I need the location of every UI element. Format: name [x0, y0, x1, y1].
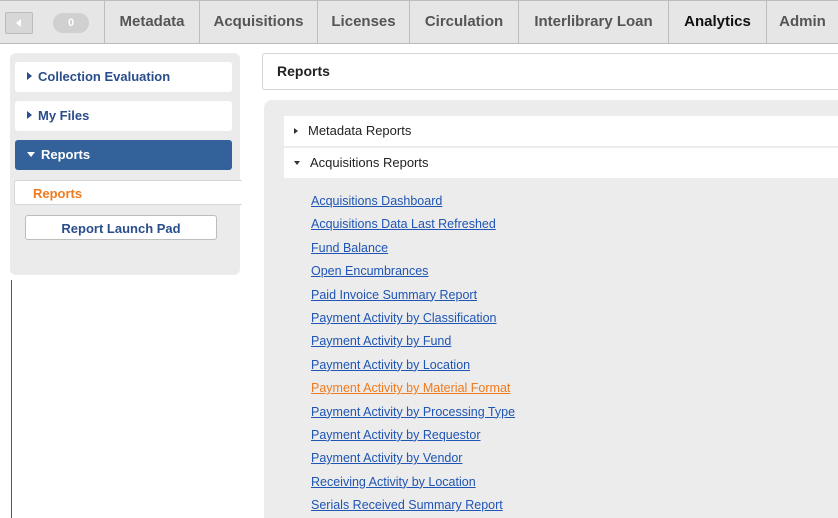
- chevron-right-icon: [27, 72, 32, 80]
- tab-analytics[interactable]: Analytics: [668, 1, 766, 43]
- collapse-sidebar-button[interactable]: [5, 12, 33, 34]
- tab-acquisitions[interactable]: Acquisitions: [199, 1, 317, 43]
- chevron-right-icon: [294, 128, 298, 134]
- sidebar-subitem-report-launch-pad[interactable]: Report Launch Pad: [25, 215, 217, 240]
- chevron-down-icon: [27, 152, 35, 157]
- divider: [11, 280, 12, 518]
- report-link[interactable]: Payment Activity by Processing Type: [311, 401, 515, 424]
- notification-badge[interactable]: 0: [53, 13, 89, 33]
- sidebar-item-label: Collection Evaluation: [38, 69, 171, 84]
- report-link[interactable]: Acquisitions Dashboard: [311, 190, 515, 213]
- page-title: Reports: [262, 53, 838, 90]
- tab-licenses[interactable]: Licenses: [317, 1, 409, 43]
- tab-admin[interactable]: Admin: [766, 1, 838, 43]
- report-link[interactable]: Payment Activity by Location: [311, 354, 515, 377]
- tab-metadata[interactable]: Metadata: [104, 1, 199, 43]
- section-metadata-reports[interactable]: Metadata Reports: [284, 116, 838, 146]
- top-navigation-bar: 0 Metadata Acquisitions Licenses Circula…: [0, 0, 838, 44]
- report-link[interactable]: Payment Activity by Requestor: [311, 424, 515, 447]
- sidebar-item-label: My Files: [38, 108, 90, 123]
- report-link[interactable]: Open Encumbrances: [311, 260, 515, 283]
- report-link[interactable]: Fund Balance: [311, 237, 515, 260]
- chevron-left-icon: [16, 19, 21, 27]
- tab-circulation[interactable]: Circulation: [409, 1, 518, 43]
- report-link[interactable]: Paid Invoice Summary Report: [311, 284, 515, 307]
- report-link[interactable]: Payment Activity by Classification: [311, 307, 515, 330]
- report-link[interactable]: Receiving Activity by Location: [311, 471, 515, 494]
- report-link[interactable]: Serials Received Summary Report: [311, 494, 515, 517]
- sidebar-item-reports[interactable]: Reports: [15, 140, 232, 170]
- chevron-right-icon: [27, 111, 32, 119]
- section-acquisitions-reports[interactable]: Acquisitions Reports: [284, 148, 838, 178]
- report-link-hovered[interactable]: Payment Activity by Material Format: [311, 377, 515, 400]
- chevron-down-icon: [294, 161, 300, 165]
- report-link[interactable]: Payment Activity by Fund: [311, 330, 515, 353]
- sidebar-subitem-reports[interactable]: Reports: [14, 180, 242, 205]
- section-label: Acquisitions Reports: [310, 155, 429, 170]
- tab-interlibrary-loan[interactable]: Interlibrary Loan: [518, 1, 668, 43]
- report-link[interactable]: Payment Activity by Vendor: [311, 447, 515, 470]
- sidebar-item-collection-evaluation[interactable]: Collection Evaluation: [15, 62, 232, 92]
- section-label: Metadata Reports: [308, 123, 412, 138]
- acquisitions-report-list: Acquisitions Dashboard Acquisitions Data…: [311, 190, 515, 517]
- sidebar-item-my-files[interactable]: My Files: [15, 101, 232, 131]
- sidebar-item-label: Reports: [41, 147, 91, 162]
- report-link[interactable]: Acquisitions Data Last Refreshed: [311, 213, 515, 236]
